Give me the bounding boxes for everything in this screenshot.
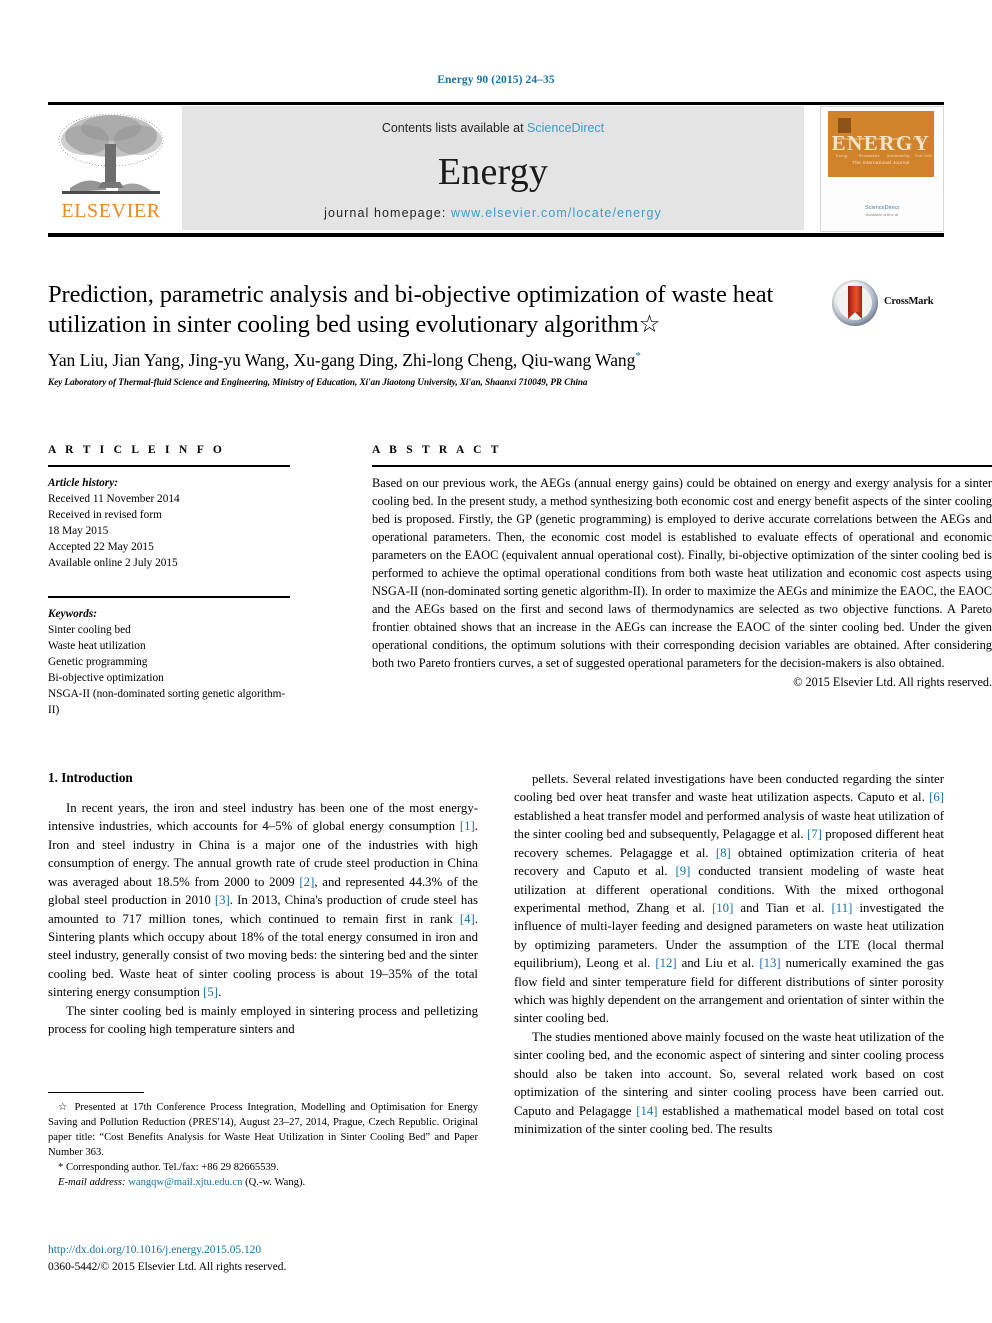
masthead-top-rule (48, 102, 944, 105)
contents-prefix: Contents lists available at (381, 121, 528, 135)
elsevier-logo: ELSEVIER (50, 110, 172, 228)
article-history: Article history: Received 11 November 20… (48, 475, 290, 571)
cover-bottom-label-3: Fuel Cells (915, 154, 933, 158)
keyword-1: Waste heat utilization (48, 640, 146, 653)
elsevier-tree-icon (50, 110, 172, 202)
footnotes: ☆ Presented at 17th Conference Process I… (48, 1092, 478, 1190)
corresponding-author-marker: * (635, 349, 641, 362)
cover-bottom-label-0: Exergy (836, 154, 848, 158)
cover-bottom-label-2: Sustainability (887, 154, 910, 158)
footnote-email: E-mail address: wangqw@mail.xjtu.edu.cn … (48, 1175, 478, 1190)
author-names: Yan Liu, Jian Yang, Jing-yu Wang, Xu-gan… (48, 349, 636, 370)
cover-energy-title: ENERGY (831, 131, 931, 155)
crossmark-icon (832, 280, 878, 326)
body-column-left: 1. Introduction In recent years, the iro… (48, 770, 478, 1038)
history-item-0: Received 11 November 2014 (48, 493, 180, 506)
abstract-heading: A B S T R A C T (372, 444, 502, 456)
citation-ref[interactable]: [13] (759, 956, 780, 970)
homepage-prefix: journal homepage: (324, 206, 451, 220)
doi-block: http://dx.doi.org/10.1016/j.energy.2015.… (48, 1242, 478, 1276)
journal-title: Energy (437, 151, 549, 193)
cover-sciencedirect: ScienceDirect (865, 205, 899, 211)
paragraph-right-1: pellets. Several related investigations … (514, 772, 944, 1026)
footnote-corresponding-author: * Corresponding author. Tel./fax: +86 29… (58, 1162, 279, 1174)
keyword-3: Bi-objective optimization (48, 672, 164, 685)
journal-cover-thumbnail: Thermal Science Power Systems Modelling … (820, 106, 944, 232)
email-suffix: (Q.-w. Wang). (242, 1177, 306, 1189)
section-heading-introduction: 1. Introduction (48, 770, 133, 785)
history-item-2: 18 May 2015 (48, 525, 109, 538)
history-item-4: Available online 2 July 2015 (48, 557, 178, 570)
crossmark-badge[interactable]: CrossMark (832, 280, 944, 326)
article-info-rule (48, 465, 290, 467)
title-block: Prediction, parametric analysis and bi-o… (48, 280, 944, 387)
paragraph-left-2: The sinter cooling bed is mainly employe… (48, 1003, 478, 1037)
cover-orange-panel: Thermal Science Power Systems Modelling … (828, 111, 934, 177)
history-item-3: Accepted 22 May 2015 (48, 541, 154, 554)
doi-link[interactable]: http://dx.doi.org/10.1016/j.energy.2015.… (48, 1242, 478, 1259)
cover-availability: Available online at (865, 212, 899, 217)
crossmark-label: CrossMark (884, 296, 934, 307)
affiliation: Key Laboratory of Thermal-fluid Science … (48, 376, 588, 387)
article-history-label: Article history: (48, 477, 118, 489)
history-item-1: Received in revised form (48, 509, 162, 522)
abstract-column: A B S T R A C T Based on our previous wo… (372, 444, 992, 690)
elsevier-wordmark: ELSEVIER (61, 200, 161, 222)
cover-bottom-label-1: Renewables (859, 154, 880, 158)
crossmark-ribbon-icon (848, 286, 862, 319)
email-link[interactable]: wangqw@mail.xjtu.edu.cn (128, 1177, 242, 1188)
body-columns: 1. Introduction In recent years, the iro… (48, 770, 944, 1270)
footnote-rule (48, 1092, 144, 1093)
contents-available-line: Contents lists available at ScienceDirec… (182, 121, 804, 135)
keyword-4: NSGA-II (non-dominated sorting genetic a… (48, 688, 286, 717)
citation-ref[interactable]: [2] (299, 875, 314, 889)
abstract-text: Based on our previous work, the AEGs (an… (372, 476, 992, 670)
keyword-2: Genetic programming (48, 656, 148, 669)
citation-ref[interactable]: [10] (712, 901, 733, 915)
keywords-rule (48, 596, 290, 599)
abstract-rule (372, 465, 992, 467)
article-info-column: A R T I C L E I N F O Article history: R… (48, 444, 290, 718)
citation-ref[interactable]: [11] (832, 901, 853, 915)
journal-masthead: ELSEVIER Contents lists available at Sci… (48, 102, 944, 237)
citation-ref[interactable]: [14] (636, 1104, 657, 1118)
sciencedirect-link[interactable]: ScienceDirect (527, 121, 604, 135)
citation-ref[interactable]: [5] (203, 985, 218, 999)
journal-article-page: Energy 90 (2015) 24–35 ELSEVIER Contents… (0, 0, 992, 1323)
citation-ref[interactable]: [12] (655, 956, 676, 970)
body-column-right: pellets. Several related investigations … (514, 770, 944, 1138)
cover-subtitle: The International Journal (852, 160, 910, 165)
citation-ref[interactable]: [7] (807, 827, 822, 841)
citation-ref[interactable]: [4] (460, 912, 475, 926)
citation-ref[interactable]: [1] (460, 819, 475, 833)
elsevier-tree-svg (58, 113, 164, 194)
issn-copyright-line: 0360-5442/© 2015 Elsevier Ltd. All right… (48, 1261, 287, 1274)
author-list: Yan Liu, Jian Yang, Jing-yu Wang, Xu-gan… (48, 350, 944, 371)
abstract-copyright: © 2015 Elsevier Ltd. All rights reserved… (793, 674, 992, 689)
citation-ref[interactable]: [3] (215, 893, 230, 907)
citation-ref[interactable]: [9] (675, 864, 690, 878)
page-title: Prediction, parametric analysis and bi-o… (48, 281, 774, 338)
email-address-label: E-mail address: (58, 1177, 129, 1189)
paragraph-right-2: The studies mentioned above mainly focus… (514, 1029, 944, 1137)
keywords-list: Keywords: Sinter cooling bed Waste heat … (48, 606, 290, 718)
citation-ref[interactable]: [8] (716, 846, 731, 860)
keyword-0: Sinter cooling bed (48, 624, 131, 637)
journal-homepage-link[interactable]: www.elsevier.com/locate/energy (451, 206, 662, 220)
running-head: Energy 90 (2015) 24–35 (437, 74, 555, 86)
citation-ref[interactable]: [6] (929, 790, 944, 804)
article-info-heading: A R T I C L E I N F O (48, 444, 226, 456)
footnote-star: ☆ Presented at 17th Conference Process I… (48, 1102, 478, 1159)
paragraph-left-1: In recent years, the iron and steel indu… (48, 801, 478, 1000)
masthead-center-band: Contents lists available at ScienceDirec… (182, 106, 804, 230)
masthead-bottom-rule (48, 233, 944, 237)
keywords-label: Keywords: (48, 608, 97, 621)
journal-homepage-line: journal homepage: www.elsevier.com/locat… (182, 206, 804, 220)
